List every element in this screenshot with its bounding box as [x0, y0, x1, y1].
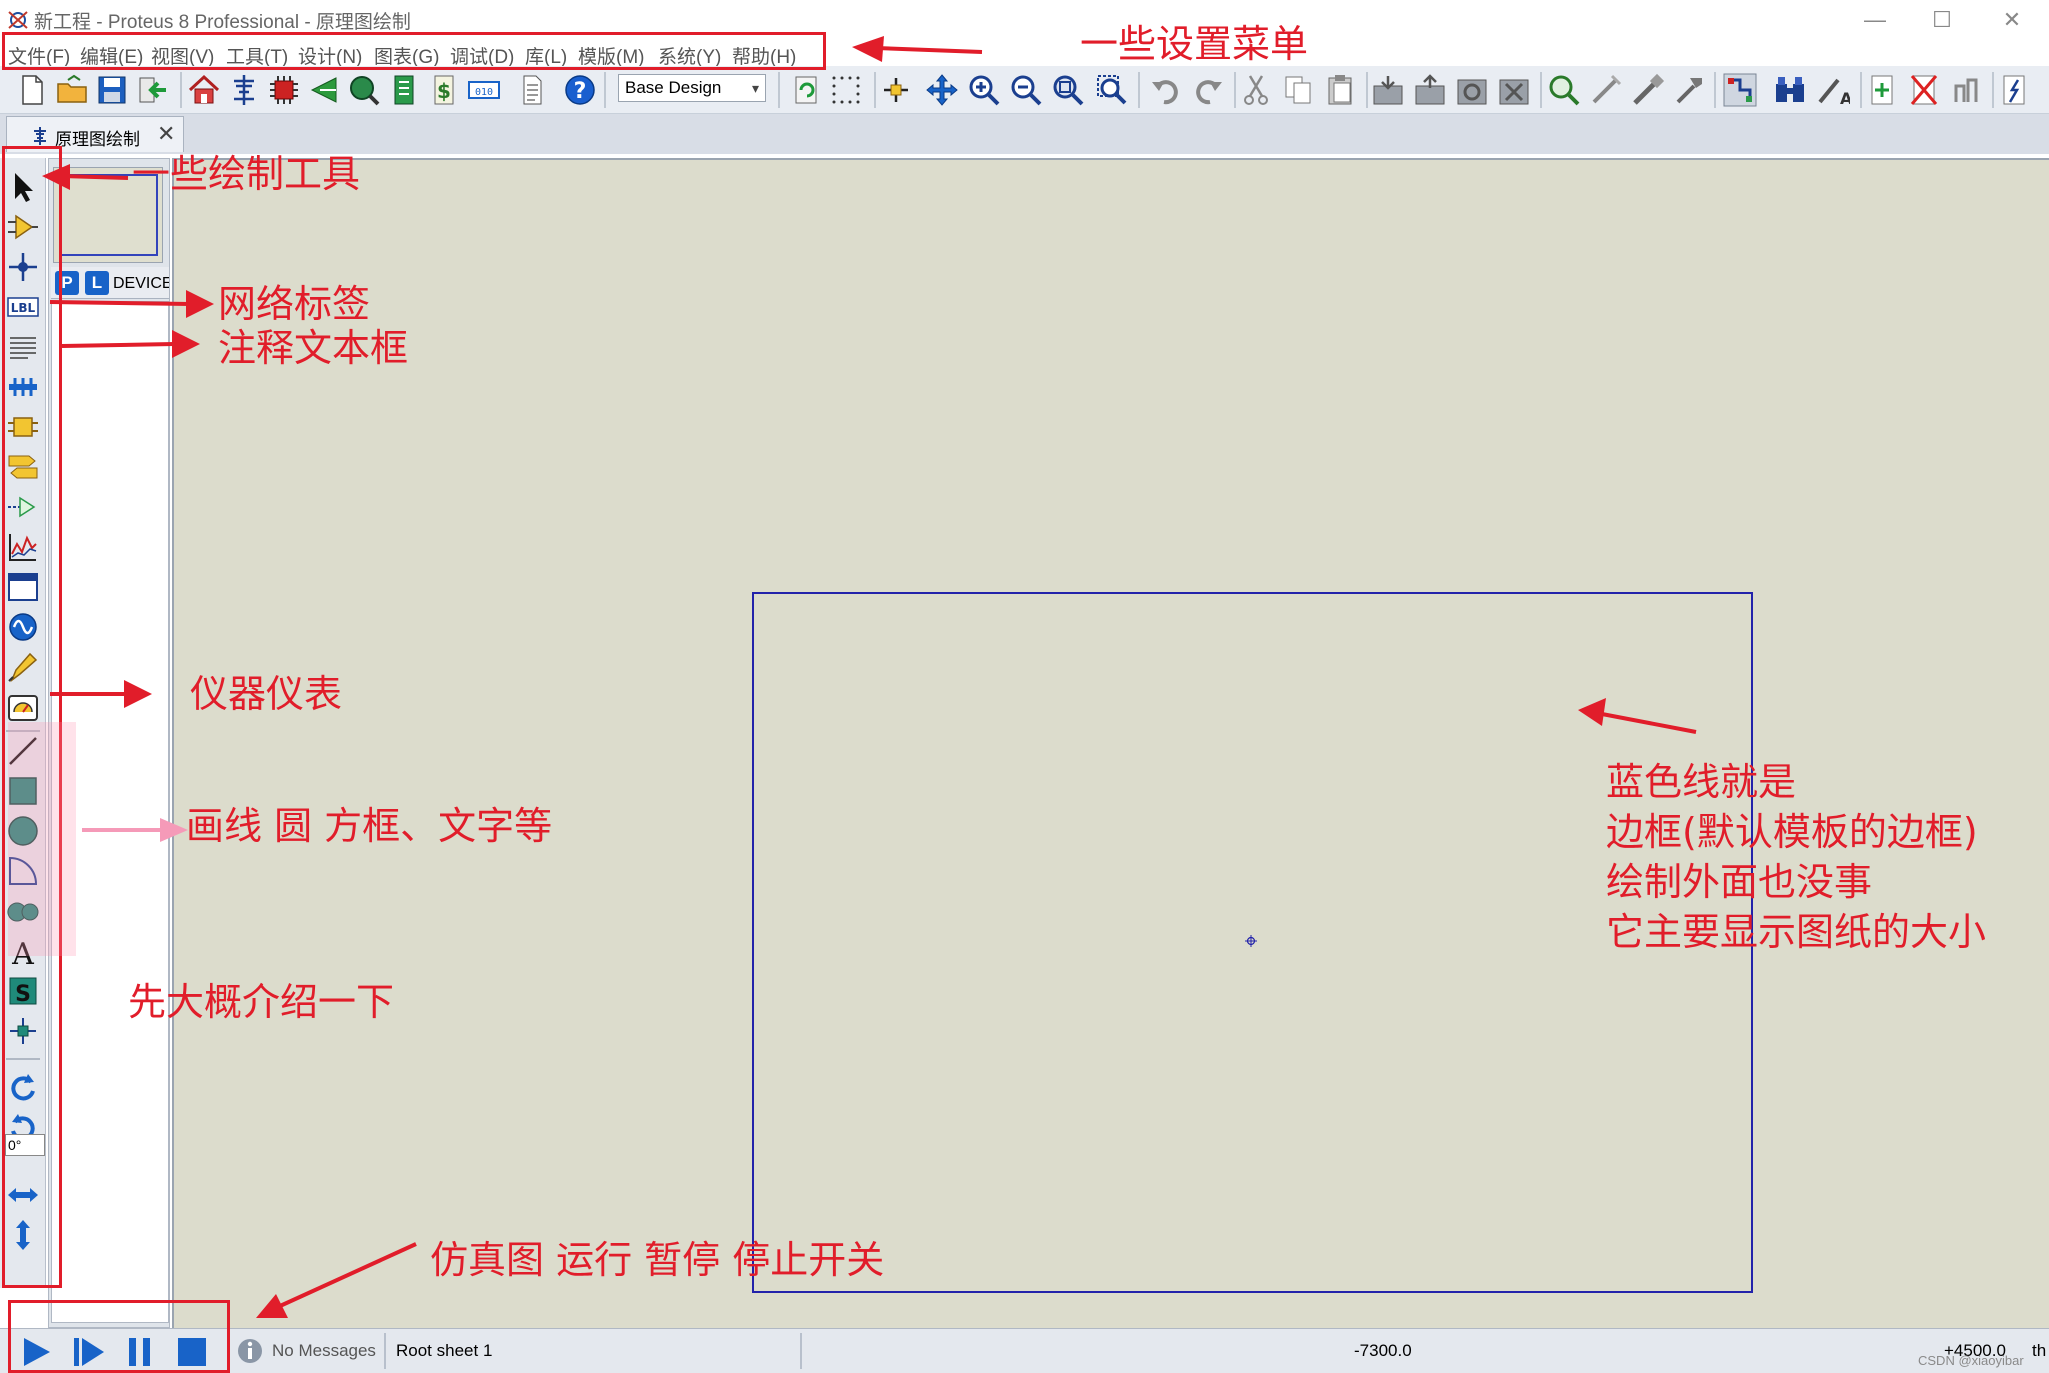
annotation-intro: 先大概介绍一下 [128, 980, 395, 1024]
annotation-text-box: 注释文本框 [218, 326, 409, 370]
window-title: 新工程 - Proteus 8 Professional - 原理图绘制 [34, 12, 411, 33]
delete-sheet-icon[interactable] [1906, 72, 1942, 108]
proteus-app-icon [8, 11, 28, 29]
cut-icon[interactable] [1238, 72, 1274, 108]
selector-toolbar: P L DEVICES [51, 267, 169, 299]
schematic-canvas[interactable] [172, 158, 2049, 1328]
save-icon[interactable] [94, 72, 130, 108]
zoom-in-icon[interactable] [966, 72, 1002, 108]
status-units: th [2032, 1341, 2047, 1360]
annotation-border-4: 它主要显示图纸的大小 [1606, 910, 1987, 954]
wire-autorouter-icon[interactable] [1722, 72, 1758, 108]
zoom-out-icon[interactable] [1008, 72, 1044, 108]
csdn-watermark: CSDN @xiaoyibar [1918, 1353, 2024, 1368]
selector-title: DEVICES [113, 275, 169, 292]
property-tool-icon[interactable]: A [1814, 72, 1850, 108]
svg-text:?: ? [574, 79, 587, 104]
netlist-icon[interactable] [1996, 72, 2032, 108]
bom-icon[interactable] [386, 72, 422, 108]
decompose-icon[interactable] [1672, 72, 1708, 108]
annotation-sim: 仿真图 运行 暂停 停止开关 [430, 1238, 885, 1282]
new-sheet-icon[interactable] [1864, 72, 1900, 108]
maximize-button[interactable]: ☐ [1912, 4, 1972, 36]
minimize-button[interactable]: — [1845, 4, 1905, 36]
status-messages[interactable]: No Messages [272, 1341, 376, 1361]
exit-sheet-icon[interactable] [1948, 72, 1984, 108]
status-sheet: Root sheet 1 [396, 1341, 493, 1360]
new-file-icon[interactable] [14, 72, 50, 108]
tools-highlight-box [2, 146, 62, 1288]
annotation-net-label: 网络标签 [218, 282, 371, 326]
pick-device-icon[interactable] [1546, 72, 1582, 108]
import-icon[interactable] [134, 72, 170, 108]
block-copy-icon[interactable] [1370, 72, 1406, 108]
main-toolbar: $ 010 ? A [0, 66, 2049, 114]
close-tab-icon[interactable]: ✕ [157, 121, 175, 147]
chevron-down-icon: ▾ [751, 80, 759, 96]
annotation-border-2: 边框(默认模板的边框) [1606, 810, 1978, 854]
refresh-icon[interactable] [788, 72, 824, 108]
undo-icon[interactable] [1148, 72, 1184, 108]
annotation-draw-tools: 一些绘制工具 [132, 152, 361, 196]
shapes-highlight [8, 722, 76, 956]
origin-icon[interactable] [878, 72, 914, 108]
help-icon[interactable]: ? [562, 72, 598, 108]
block-delete-icon[interactable] [1496, 72, 1532, 108]
annotation-border-3: 绘制外面也没事 [1606, 860, 1873, 904]
status-x-coordinate: -7300.0 [1354, 1341, 1412, 1360]
library-manager-button[interactable]: L [85, 271, 109, 295]
document-tab-bar: 原理图绘制 ✕ [0, 114, 2049, 154]
make-device-icon[interactable] [1588, 72, 1624, 108]
pan-icon[interactable] [924, 72, 960, 108]
zoom-area-icon[interactable] [1094, 72, 1130, 108]
package-tool-icon[interactable] [1630, 72, 1666, 108]
search-icon[interactable] [1772, 72, 1808, 108]
paste-icon[interactable] [1322, 72, 1358, 108]
tab-label: 原理图绘制 [55, 130, 140, 149]
binary-icon[interactable]: 010 [466, 72, 502, 108]
svg-text:$: $ [437, 79, 451, 103]
info-icon[interactable] [236, 1337, 264, 1365]
pcb-icon[interactable] [266, 72, 302, 108]
zoom-all-icon[interactable] [1050, 72, 1086, 108]
annotation-border-1: 蓝色线就是 [1606, 760, 1797, 804]
svg-text:A: A [1840, 89, 1850, 108]
annotation-shapes: 画线 圆 方框、文字等 [186, 804, 553, 848]
dollar-icon[interactable]: $ [426, 72, 462, 108]
annotation-instruments: 仪器仪表 [190, 672, 343, 716]
home-icon[interactable] [186, 72, 222, 108]
schematic-icon [34, 127, 46, 145]
open-folder-icon[interactable] [54, 72, 90, 108]
svg-text:010: 010 [475, 87, 493, 98]
design-variant-value: Base Design [625, 78, 722, 97]
sim-highlight-box [8, 1300, 230, 1373]
design-variant-select[interactable]: Base Design ▾ [618, 74, 766, 102]
annotation-menus: 一些设置菜单 [1080, 22, 1309, 66]
block-move-icon[interactable] [1412, 72, 1448, 108]
menu-highlight-box [2, 32, 826, 70]
grid-icon[interactable] [828, 72, 864, 108]
schematic-icon[interactable] [226, 72, 262, 108]
3d-view-icon[interactable] [346, 72, 382, 108]
block-rotate-icon[interactable] [1454, 72, 1490, 108]
close-window-button[interactable]: ✕ [1982, 4, 2042, 36]
redo-icon[interactable] [1190, 72, 1226, 108]
gerber-icon[interactable] [306, 72, 342, 108]
status-bar: No Messages Root sheet 1 -7300.0 +4500.0… [0, 1328, 2049, 1373]
origin-marker-icon [1245, 935, 1257, 947]
copy-icon[interactable] [1280, 72, 1316, 108]
report-icon[interactable] [514, 72, 550, 108]
